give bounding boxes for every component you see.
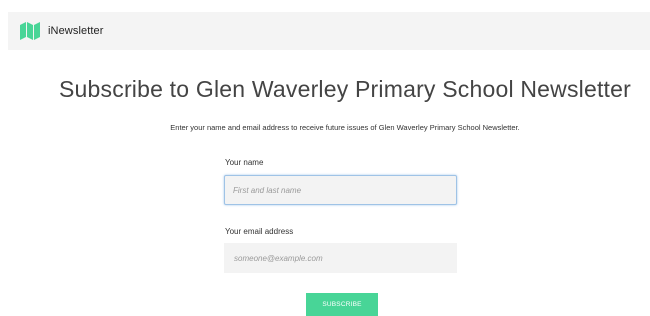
subscribe-button[interactable]: SUBSCRIBE (306, 293, 378, 316)
header-bar: iNewsletter (8, 12, 650, 50)
email-label: Your email address (225, 227, 294, 236)
name-label: Your name (225, 158, 264, 167)
name-input[interactable] (224, 175, 457, 205)
page-description: Enter your name and email address to rec… (170, 123, 520, 132)
brand-name[interactable]: iNewsletter (48, 25, 104, 37)
email-input[interactable] (224, 243, 457, 273)
map-icon (20, 22, 40, 40)
page-title: Subscribe to Glen Waverley Primary Schoo… (59, 76, 631, 102)
